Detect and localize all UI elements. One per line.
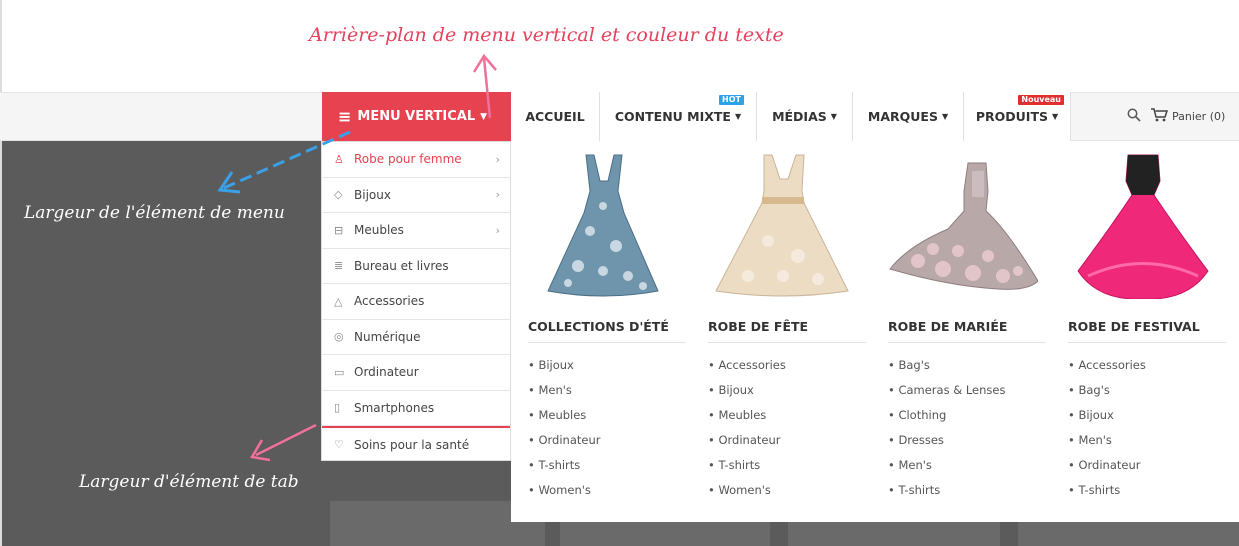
annotation-arrows [217, 53, 497, 462]
pink-arrow-top [472, 53, 497, 119]
screenshot: ≡ MENU VERTICAL ▼ ACCUEIL HOT CONTENU MI… [0, 0, 1239, 546]
pink-arrow-bottom [250, 423, 317, 462]
blue-dashed-arrow [217, 130, 351, 194]
